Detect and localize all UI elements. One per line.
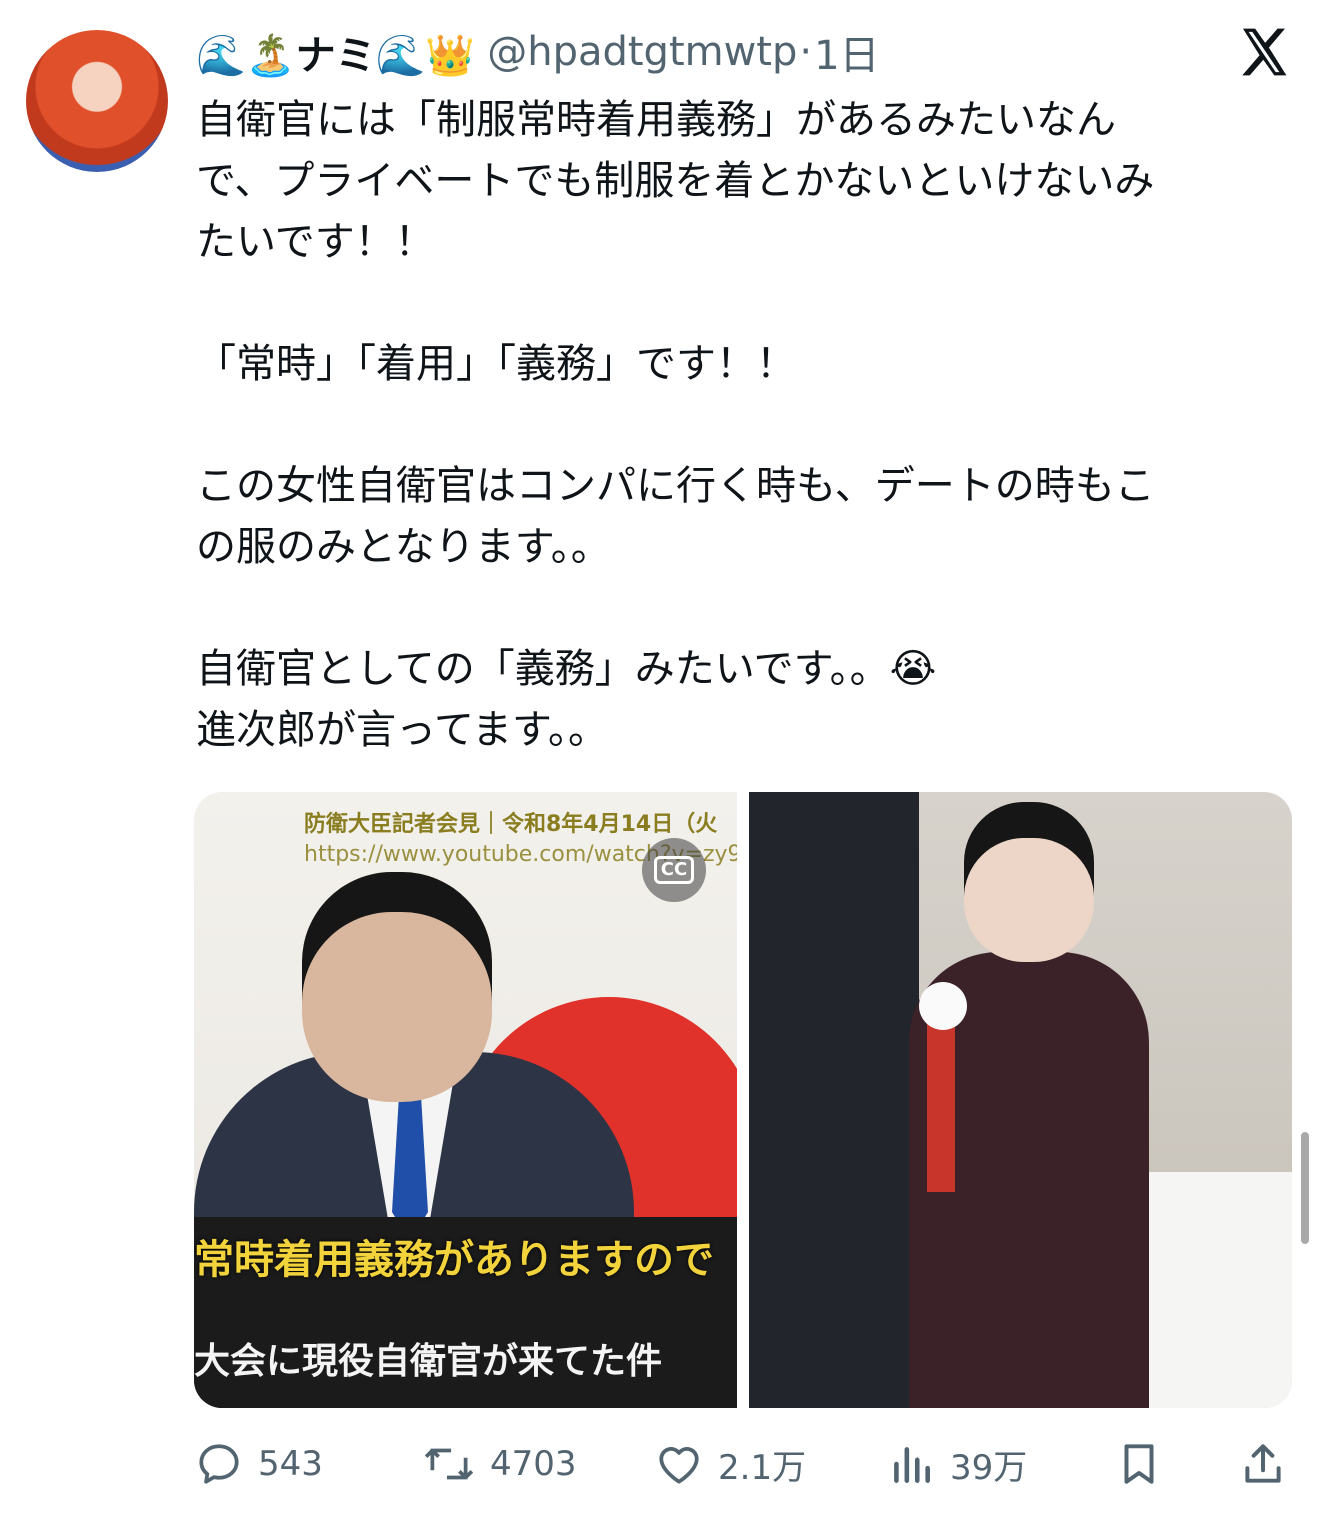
subtitle-white: 大会に現役自衛官が来てた件 <box>194 1341 663 1382</box>
action-bar: 543 4703 2.1万 39万 <box>194 1432 1292 1496</box>
sash <box>927 1022 955 1192</box>
repost-count: 4703 <box>490 1444 577 1484</box>
media-image-uniform[interactable] <box>749 792 1292 1408</box>
man-in-suit <box>749 792 919 1408</box>
avatar[interactable] <box>26 30 168 172</box>
heart-icon <box>659 1447 699 1484</box>
like-button[interactable]: 2.1万 <box>654 1432 806 1496</box>
reply-button[interactable]: 543 <box>194 1432 323 1496</box>
bookmark-icon <box>1124 1444 1154 1484</box>
tweet-text: 自衛官には「制服常時着用義務」があるみたいなん で、プライベートでも制服を着とか… <box>196 97 1155 753</box>
repost-button[interactable]: 4703 <box>422 1432 577 1496</box>
cc-icon: CC <box>653 856 695 884</box>
repost-icon <box>424 1448 474 1480</box>
separator-dot: · <box>799 29 813 75</box>
display-name[interactable]: 🌊🏝️ナミ🌊👑 <box>196 23 475 81</box>
rosette <box>919 982 967 1030</box>
like-count: 2.1万 <box>718 1447 807 1488</box>
scrollbar[interactable] <box>1301 1132 1309 1244</box>
views-icon <box>894 1447 930 1483</box>
person-head <box>302 872 492 1102</box>
share-button[interactable] <box>1238 1432 1288 1496</box>
views-button[interactable]: 39万 <box>886 1432 1027 1496</box>
media-grid[interactable]: 防衛大臣記者会見｜令和8年4月14日（火 https://www.youtube… <box>194 792 1292 1408</box>
reply-count: 543 <box>258 1444 323 1484</box>
reply-icon <box>199 1444 239 1484</box>
closed-captions-button[interactable]: CC <box>642 838 706 902</box>
x-logo-icon[interactable] <box>1236 24 1292 80</box>
share-icon <box>1245 1444 1281 1483</box>
bookmark-button[interactable] <box>1114 1432 1164 1496</box>
media-image-press-conference[interactable]: 防衛大臣記者会見｜令和8年4月14日（火 https://www.youtube… <box>194 792 737 1408</box>
woman-head <box>964 802 1094 962</box>
caption-line-1: 防衛大臣記者会見｜令和8年4月14日（火 <box>304 812 718 837</box>
user-handle[interactable]: @hpadtgtmwtp <box>487 29 797 75</box>
tweet-header: 🌊🏝️ナミ🌊👑 @hpadtgtmwtp · 1日 <box>196 22 880 82</box>
subtitle-yellow: 常時着用義務がありますので <box>194 1237 714 1283</box>
timestamp[interactable]: 1日 <box>814 23 879 81</box>
view-count: 39万 <box>950 1447 1028 1488</box>
